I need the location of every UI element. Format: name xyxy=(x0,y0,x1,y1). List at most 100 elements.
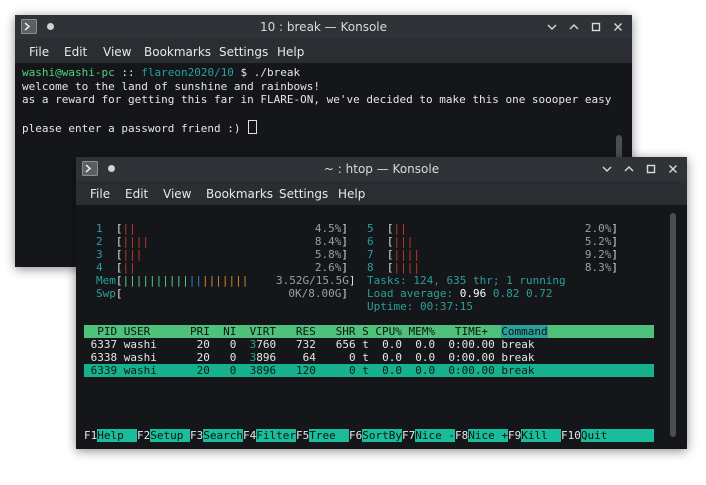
minimize-icon[interactable] xyxy=(544,19,560,35)
window-title: 10 : break — Konsole xyxy=(259,20,388,34)
table-row[interactable]: 6337 washi 20 0 3760 732 656 t 0.0 0.0 0… xyxy=(84,338,654,351)
menu-help[interactable]: Help xyxy=(338,187,365,201)
cpu-pct: 8.3% xyxy=(584,261,612,274)
restore-icon[interactable] xyxy=(588,19,604,35)
cpu-id: 8 xyxy=(367,261,374,274)
table-row[interactable]: 6338 washi 20 0 3896 64 0 t 0.0 0.0 0:00… xyxy=(84,351,654,364)
cpu-bar: |||| xyxy=(393,248,421,261)
titlebar[interactable]: 10 : break — Konsole xyxy=(15,15,632,39)
fkey: F5 xyxy=(296,429,310,442)
fkey: F1 xyxy=(84,429,98,442)
cpu-bar: |||| xyxy=(122,235,150,248)
load-15: 0.72 xyxy=(525,287,553,300)
fkey: F2 xyxy=(137,429,151,442)
cpu-pct: 5.8% xyxy=(314,248,342,261)
mem-bar-cache: ||||||| xyxy=(201,274,249,287)
menu-bookmarks[interactable]: Bookmarks xyxy=(206,187,273,201)
fkey: F7 xyxy=(402,429,416,442)
minimize-icon[interactable] xyxy=(599,161,615,177)
cpu-id: 7 xyxy=(367,248,374,261)
process-table-header[interactable]: PID USER PRI NI VIRT RES SHR S CPU% MEM%… xyxy=(84,325,654,338)
cpu-id: 2 xyxy=(96,235,103,248)
mem-bar-buffers: || xyxy=(188,274,202,287)
mem-label: Mem xyxy=(96,274,116,287)
menu-bar: File Edit View Bookmarks Settings Help xyxy=(15,39,632,63)
cpu-pct: 9.2% xyxy=(584,248,612,261)
fkey: F10 xyxy=(561,429,581,442)
window-title: ~ : htop — Konsole xyxy=(323,162,440,176)
uptime-label: Uptime: xyxy=(367,300,420,313)
fkey: F6 xyxy=(349,429,363,442)
column-headers: PID USER PRI NI VIRT RES SHR S CPU% MEM%… xyxy=(84,325,502,338)
text-cursor xyxy=(248,120,258,134)
fkey-search-button[interactable]: Search xyxy=(203,429,243,442)
output-line-2: as a reward for getting this far in FLAR… xyxy=(22,93,612,106)
output-line-3: please enter a password friend :) xyxy=(22,122,248,135)
fkey-nice-plus-button[interactable]: Nice + xyxy=(468,429,508,442)
table-row-selected[interactable]: 6339 washi 20 0 3896 120 0 t 0.0 0.0 0:0… xyxy=(84,364,654,377)
menu-edit[interactable]: Edit xyxy=(125,187,148,201)
cpu-id: 3 xyxy=(96,248,103,261)
load-label: Load average: xyxy=(367,287,460,300)
cpu-id: 6 xyxy=(367,235,374,248)
cpu-id: 1 xyxy=(96,222,103,235)
prompt-sep: :: xyxy=(114,66,142,79)
maximize-icon[interactable] xyxy=(621,161,637,177)
fkey-filter-button[interactable]: Filter xyxy=(256,429,296,442)
swp-label: Swp xyxy=(96,287,116,300)
fkey: F4 xyxy=(243,429,257,442)
cpu-values-left: 4.5%] 8.4%] 5.8%] 2.6%] 3.52G/15.5G] 0K/… xyxy=(276,222,356,300)
menu-view[interactable]: View xyxy=(163,187,191,201)
menu-view[interactable]: View xyxy=(103,45,131,59)
fkey: F8 xyxy=(455,429,469,442)
cpu-id: 5 xyxy=(367,222,374,235)
titlebar[interactable]: ~ : htop — Konsole xyxy=(76,157,687,181)
cpu-bar: || xyxy=(122,261,136,274)
cpu-pct: 4.5% xyxy=(314,222,342,235)
maximize-icon[interactable] xyxy=(566,19,582,35)
fkey-help-button[interactable]: Help xyxy=(97,429,137,442)
terminal-output: washi@washi-pc :: flareon2020/10 $ ./bre… xyxy=(22,66,611,136)
output-line-1: welcome to the land of sunshine and rain… xyxy=(22,79,321,93)
cpu-id: 4 xyxy=(96,261,103,274)
fkey-sortby-button[interactable]: SortBy xyxy=(362,429,402,442)
cpu-bar: ||| xyxy=(122,248,143,261)
prompt-cmd: $ ./break xyxy=(233,66,301,79)
swp-value: 0K/8.00G xyxy=(288,287,342,300)
menu-bookmarks[interactable]: Bookmarks xyxy=(144,45,211,59)
fkey-setup-button[interactable]: Setup xyxy=(150,429,190,442)
cpu-bar: ||| xyxy=(393,235,414,248)
menu-help[interactable]: Help xyxy=(277,45,304,59)
cpu-meters-right: 5 [|| 6 [||| 7 [|||| 8 [|||| Tasks: 124,… xyxy=(367,222,566,313)
fkey-tree-button[interactable]: Tree xyxy=(309,429,349,442)
function-key-bar: F1Help F2Setup F3SearchF4FilterF5Tree F6… xyxy=(84,429,654,442)
menu-settings[interactable]: Settings xyxy=(279,187,328,201)
fkey-nice-minus-button[interactable]: Nice - xyxy=(415,429,455,442)
menu-edit[interactable]: Edit xyxy=(64,45,87,59)
close-icon[interactable] xyxy=(665,161,681,177)
cpu-pct: 5.2% xyxy=(584,235,612,248)
prompt-user: washi@washi-pc xyxy=(22,66,115,79)
fkey: F3 xyxy=(190,429,204,442)
column-command-sorted[interactable]: Command xyxy=(501,325,548,338)
load-5: 0.82 xyxy=(492,287,520,300)
mem-bar-used: |||||||||| xyxy=(122,274,189,287)
restore-icon[interactable] xyxy=(643,161,659,177)
tasks-value: 124, 635 thr; 1 running xyxy=(413,274,566,287)
menu-settings[interactable]: Settings xyxy=(219,45,268,59)
cpu-pct: 2.0% xyxy=(584,222,612,235)
prompt-dir: flareon2020/10 xyxy=(141,66,234,79)
cpu-pct: 2.6% xyxy=(314,261,342,274)
menu-file[interactable]: File xyxy=(90,187,110,201)
scrollbar[interactable] xyxy=(670,213,676,437)
cpu-pct: 8.4% xyxy=(314,235,342,248)
close-icon[interactable] xyxy=(610,19,626,35)
cpu-meters-left: 1 [|| 2 [|||| 3 [||| 4 [|| Mem[|||||||||… xyxy=(96,222,249,300)
menu-bar: File Edit View Bookmarks Settings Help xyxy=(76,181,687,205)
terminal-area[interactable]: 1 [|| 2 [|||| 3 [||| 4 [|| Mem[|||||||||… xyxy=(76,205,687,449)
fkey-quit-button[interactable]: Quit xyxy=(581,429,608,442)
mem-value: 3.52G/15.5G xyxy=(276,274,349,287)
menu-file[interactable]: File xyxy=(29,45,49,59)
konsole-window-htop: ~ : htop — Konsole File Edit View Bookma… xyxy=(76,157,687,449)
fkey-kill-button[interactable]: Kill xyxy=(521,429,561,442)
